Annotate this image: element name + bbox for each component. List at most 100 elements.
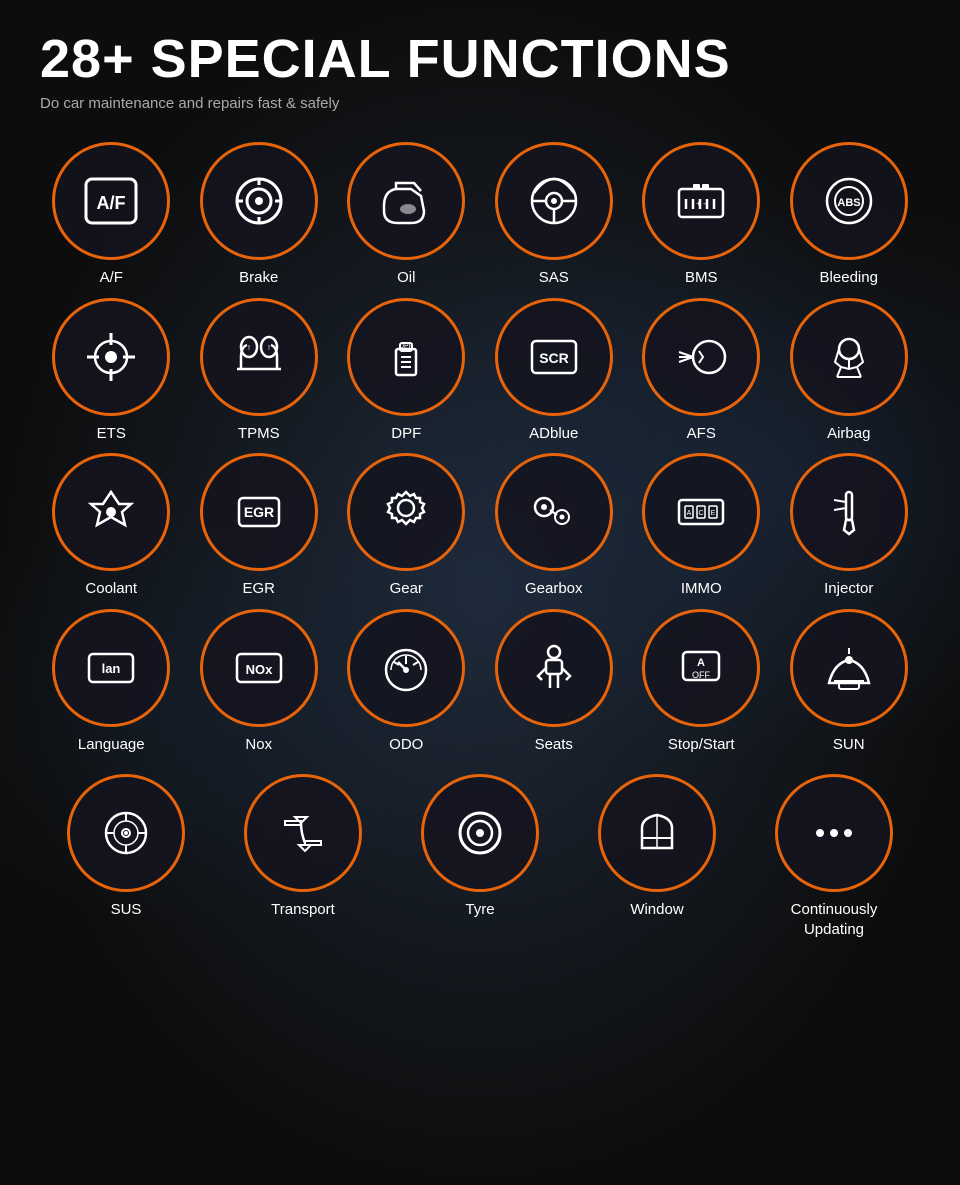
item-ets: ETS: [52, 298, 170, 444]
circle-nox: NOx: [200, 609, 318, 727]
label-sus: SUS: [111, 900, 142, 920]
label-bms: BMS: [685, 268, 718, 288]
label-af: A/F: [100, 268, 123, 288]
coolant-icon: [81, 482, 141, 542]
circle-afs: [642, 298, 760, 416]
more-icon: [804, 803, 864, 863]
item-afs: AFS: [642, 298, 760, 444]
label-odo: ODO: [389, 735, 423, 755]
label-tyre: Tyre: [465, 900, 494, 920]
immo-icon: A C E: [671, 482, 731, 542]
label-window: Window: [630, 900, 683, 920]
odo-icon: [376, 638, 436, 698]
sun-icon: [819, 638, 879, 698]
circle-continuously-updating: [775, 774, 893, 892]
label-seats: Seats: [535, 735, 573, 755]
label-sun: SUN: [833, 735, 865, 755]
label-afs: AFS: [687, 424, 716, 444]
window-icon: [627, 803, 687, 863]
row-1: A/F A/F Brak: [40, 142, 920, 288]
label-nox: Nox: [245, 735, 272, 755]
label-oil: Oil: [397, 268, 415, 288]
svg-text:ABS: ABS: [837, 197, 860, 209]
item-transport: Transport: [244, 774, 362, 939]
circle-sas: [495, 142, 613, 260]
circle-airbag: [790, 298, 908, 416]
circle-egr: EGR: [200, 453, 318, 571]
item-injector: Injector: [790, 453, 908, 599]
header-subtitle: Do car maintenance and repairs fast & sa…: [40, 95, 920, 112]
label-brake: Brake: [239, 268, 278, 288]
svg-text:C: C: [699, 510, 704, 517]
circle-bleeding: ABS: [790, 142, 908, 260]
circle-tpms: ! !: [200, 298, 318, 416]
svg-text:E: E: [711, 510, 716, 517]
dpf-icon: DPF: [376, 327, 436, 387]
language-icon: lan: [81, 638, 141, 698]
row-5: SUS Transport: [40, 774, 920, 939]
airbag-icon: [819, 327, 879, 387]
label-transport: Transport: [271, 900, 335, 920]
svg-text:!: !: [268, 345, 270, 352]
circle-stopstart: A OFF: [642, 609, 760, 727]
svg-text:EGR: EGR: [244, 504, 274, 520]
bleeding-icon: ABS: [819, 171, 879, 231]
svg-text:NOx: NOx: [245, 662, 273, 677]
label-sas: SAS: [539, 268, 569, 288]
gearbox-icon: [524, 482, 584, 542]
item-stopstart: A OFF Stop/Start: [642, 609, 760, 755]
circle-odo: [347, 609, 465, 727]
circle-oil: [347, 142, 465, 260]
item-language: lan Language: [52, 609, 170, 755]
item-adblue: SCR ADblue: [495, 298, 613, 444]
label-gearbox: Gearbox: [525, 579, 583, 599]
label-gear: Gear: [390, 579, 423, 599]
svg-text:DPF: DPF: [399, 343, 413, 350]
label-egr: EGR: [242, 579, 275, 599]
item-seats: Seats: [495, 609, 613, 755]
svg-text:lan: lan: [102, 661, 121, 676]
label-language: Language: [78, 735, 145, 755]
circle-transport: [244, 774, 362, 892]
item-airbag: Airbag: [790, 298, 908, 444]
item-sun: SUN: [790, 609, 908, 755]
functions-grid: A/F A/F Brak: [40, 142, 920, 939]
row-2: ETS ! ! TPMS: [40, 298, 920, 444]
svg-text:A: A: [687, 510, 692, 517]
injector-icon: [819, 482, 879, 542]
label-bleeding: Bleeding: [820, 268, 878, 288]
circle-tyre: [421, 774, 539, 892]
circle-injector: [790, 453, 908, 571]
item-window: Window: [598, 774, 716, 939]
item-bleeding: ABS Bleeding: [790, 142, 908, 288]
circle-ets: [52, 298, 170, 416]
circle-af: A/F: [52, 142, 170, 260]
label-dpf: DPF: [391, 424, 421, 444]
nox-icon: NOx: [229, 638, 289, 698]
item-sus: SUS: [67, 774, 185, 939]
item-nox: NOx Nox: [200, 609, 318, 755]
svg-text:SCR: SCR: [539, 350, 569, 366]
item-continuously-updating: ContinuouslyUpdating: [775, 774, 893, 939]
header-title: 28+ SPECIAL FUNCTIONS: [40, 30, 920, 89]
item-af: A/F A/F: [52, 142, 170, 288]
circle-coolant: [52, 453, 170, 571]
afs-icon: [671, 327, 731, 387]
item-dpf: DPF DPF: [347, 298, 465, 444]
label-continuously-updating: ContinuouslyUpdating: [791, 900, 878, 939]
label-ets: ETS: [97, 424, 126, 444]
item-oil: Oil: [347, 142, 465, 288]
sus-icon: [96, 803, 156, 863]
label-injector: Injector: [824, 579, 873, 599]
item-odo: ODO: [347, 609, 465, 755]
svg-text:A/F: A/F: [97, 193, 126, 213]
circle-gear: [347, 453, 465, 571]
row-3: Coolant EGR EGR: [40, 453, 920, 599]
circle-bms: + -: [642, 142, 760, 260]
circle-sun: [790, 609, 908, 727]
label-coolant: Coolant: [85, 579, 137, 599]
svg-text:+ -: + -: [696, 199, 706, 208]
svg-text:OFF: OFF: [692, 670, 710, 680]
item-bms: + - BMS: [642, 142, 760, 288]
tpms-icon: ! !: [229, 327, 289, 387]
